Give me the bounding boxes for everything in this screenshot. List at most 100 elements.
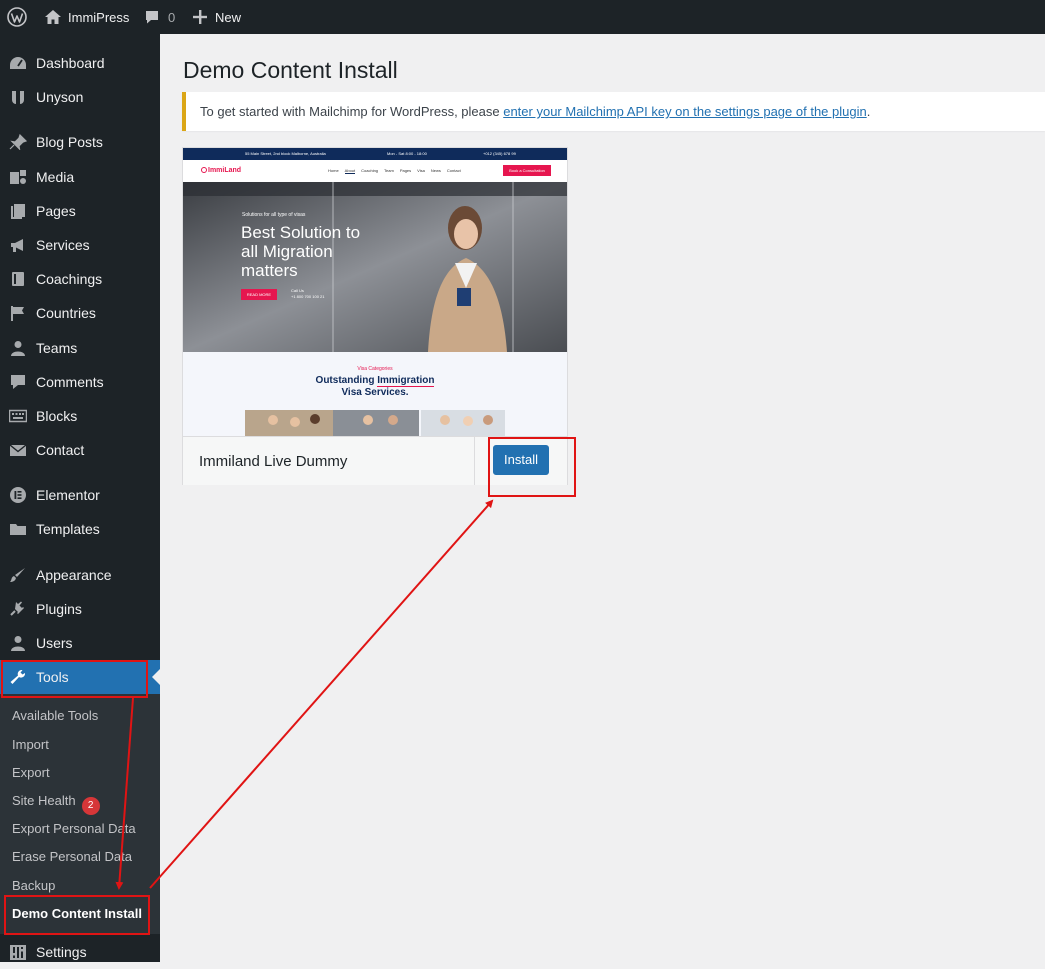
- menu-label: Contact: [36, 442, 85, 458]
- preview-headline-line: matters: [241, 261, 298, 280]
- site-health-badge: 2: [81, 797, 100, 815]
- tools-highlight-box: [1, 660, 148, 698]
- demo-card: 55 Main Street, 2nd block Malborne, Aust…: [182, 147, 568, 485]
- preview-logo-text: ImmiLand: [208, 167, 242, 174]
- preview-nav-item: Contact: [446, 168, 461, 173]
- menu-countries[interactable]: Countries: [0, 296, 160, 330]
- menu-label: Dashboard: [36, 55, 105, 71]
- book-icon: [9, 271, 27, 287]
- admin-bar: ImmiPress 0 New: [0, 0, 1045, 34]
- menu-label: Media: [36, 169, 75, 185]
- menu-label: Pages: [36, 203, 76, 219]
- site-home-link[interactable]: ImmiPress: [44, 0, 129, 34]
- menu-label: Templates: [36, 521, 100, 537]
- comment-bubble-icon: [144, 9, 160, 25]
- keyboard-icon: [8, 408, 28, 424]
- comments-count: 0: [168, 9, 176, 25]
- preview-headline: Best Solution to all Migration matters: [241, 223, 360, 280]
- demo-content-highlight-box: [4, 895, 150, 935]
- submenu-available-tools[interactable]: Available Tools: [12, 708, 98, 724]
- mailchimp-settings-link[interactable]: enter your Mailchimp API key on the sett…: [503, 104, 867, 119]
- demo-to-install-arrow: [149, 499, 494, 889]
- preview-nav-item: Pages: [399, 168, 412, 173]
- demo-preview-image: 55 Main Street, 2nd block Malborne, Aust…: [183, 148, 567, 436]
- menu-elementor[interactable]: Elementor: [0, 478, 160, 512]
- users-icon: [9, 635, 27, 651]
- menu-unyson[interactable]: Unyson: [0, 80, 160, 114]
- user-icon: [9, 340, 27, 356]
- plugin-icon: [9, 601, 27, 617]
- preview-nav: Home About Coaching Team Pages Visa News Contac…: [328, 168, 461, 174]
- menu-users[interactable]: Users: [0, 626, 160, 660]
- submenu-export-personal-data[interactable]: Export Personal Data: [12, 821, 136, 837]
- menu-appearance[interactable]: Appearance: [0, 558, 160, 592]
- preview-nav-item: Coaching: [361, 168, 379, 173]
- preview-section-title-line: Visa Services.: [341, 387, 409, 398]
- current-menu-arrow: [152, 669, 160, 685]
- settings-icon: [9, 944, 27, 960]
- pin-icon: [9, 133, 28, 151]
- plus-icon: [193, 10, 207, 24]
- submenu-site-health[interactable]: Site Health 2: [12, 793, 100, 815]
- preview-address: 55 Main Street, 2nd block Malborne, Aust…: [245, 151, 326, 156]
- preview-eyebrow: Solutions for all type of visas: [242, 212, 306, 218]
- menu-templates[interactable]: Templates: [0, 512, 160, 546]
- preview-cta: Book a Consultation: [503, 165, 551, 176]
- wordpress-logo-icon[interactable]: [7, 0, 27, 34]
- menu-label: Blog Posts: [36, 134, 103, 150]
- menu-label: Countries: [36, 305, 96, 321]
- pages-icon: [9, 203, 27, 219]
- submenu-backup[interactable]: Backup: [12, 878, 55, 894]
- preview-section-tag: Visa Categories: [357, 366, 393, 372]
- menu-media[interactable]: Media: [0, 160, 160, 194]
- menu-comments[interactable]: Comments: [0, 365, 160, 399]
- unyson-icon: [9, 89, 27, 105]
- submenu-import[interactable]: Import: [12, 737, 49, 753]
- preview-logo-mark-icon: [201, 167, 207, 173]
- email-icon: [9, 442, 27, 458]
- menu-coachings[interactable]: Coachings: [0, 262, 160, 296]
- menu-label: Plugins: [36, 601, 82, 617]
- site-name: ImmiPress: [68, 9, 130, 25]
- menu-label: Comments: [36, 374, 104, 390]
- submenu-erase-personal-data[interactable]: Erase Personal Data: [12, 849, 132, 865]
- preview-nav-item: Home: [328, 168, 339, 173]
- menu-pages[interactable]: Pages: [0, 194, 160, 228]
- menu-label: Services: [36, 237, 90, 253]
- menu-label: Users: [36, 635, 73, 651]
- menu-label: Teams: [36, 340, 78, 356]
- menu-label: Appearance: [36, 567, 112, 583]
- preview-section-title: Outstanding Immigration Visa Services.: [183, 375, 567, 399]
- submenu-label: Site Health: [12, 793, 76, 808]
- menu-label: Coachings: [36, 271, 103, 287]
- menu-dashboard[interactable]: Dashboard: [0, 46, 160, 80]
- admin-sidebar: Dashboard Unyson Blog Posts Media Pages …: [0, 34, 160, 962]
- preview-section-title-part: Outstanding: [315, 375, 378, 386]
- menu-services[interactable]: Services: [0, 228, 160, 262]
- elementor-icon: [9, 487, 27, 503]
- preview-headline-line: Best Solution to: [241, 223, 361, 242]
- menu-label: Elementor: [36, 487, 100, 503]
- menu-settings[interactable]: Settings: [0, 935, 160, 969]
- megaphone-icon: [9, 237, 27, 253]
- menu-label: Blocks: [36, 408, 78, 424]
- paintbrush-icon: [9, 567, 27, 583]
- submenu-export[interactable]: Export: [12, 765, 50, 781]
- preview-nav-item: Visa: [417, 168, 425, 173]
- new-content-link[interactable]: New: [193, 0, 241, 34]
- comments-link[interactable]: 0: [144, 0, 175, 34]
- menu-blog-posts[interactable]: Blog Posts: [0, 125, 160, 159]
- footer-divider: [474, 437, 475, 485]
- menu-plugins[interactable]: Plugins: [0, 592, 160, 626]
- preview-nav-item: Team: [384, 168, 394, 173]
- mailchimp-notice: To get started with Mailchimp for WordPr…: [182, 92, 1045, 131]
- menu-contact[interactable]: Contact: [0, 433, 160, 467]
- folder-icon: [9, 521, 27, 537]
- menu-blocks[interactable]: Blocks: [0, 399, 160, 433]
- page-title: Demo Content Install: [183, 57, 398, 83]
- menu-teams[interactable]: Teams: [0, 331, 160, 365]
- menu-label: Settings: [36, 944, 87, 960]
- preview-nav-item: About: [344, 168, 356, 174]
- notice-suffix: .: [866, 104, 871, 119]
- preview-call-number: +1 800 700 100 21: [291, 294, 325, 299]
